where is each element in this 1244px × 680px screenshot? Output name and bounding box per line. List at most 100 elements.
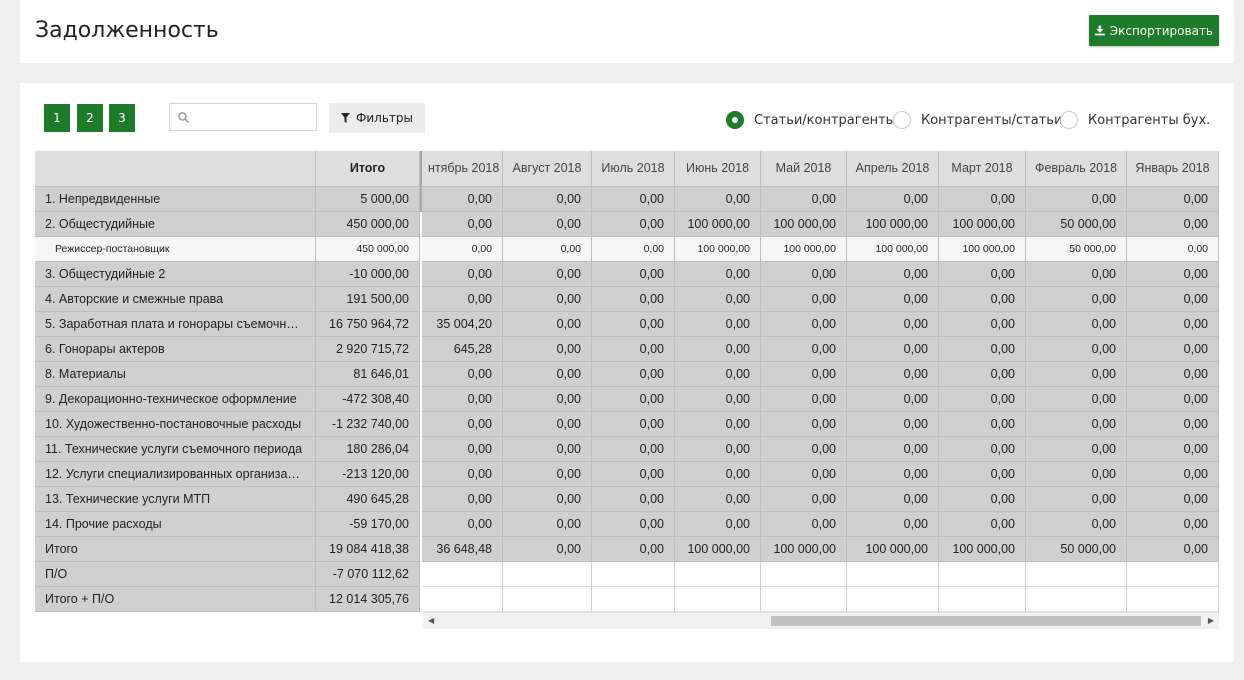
horizontal-scrollbar[interactable]: ◀ ▶ — [423, 612, 1219, 629]
table-subrow[interactable]: Режиссер-постановщик 450 000,00 0,00 0,00 0,… — [35, 237, 1219, 262]
row-label: 5. Заработная плата и гонорары съемочной… — [35, 312, 316, 337]
radio-articles-contractors[interactable]: Статьи/контрагенты — [726, 111, 896, 129]
table-row[interactable]: 9. Декорационно-техническое оформление -4… — [35, 387, 1219, 412]
row-value — [503, 587, 592, 612]
row-value: 0,00 — [592, 187, 675, 212]
row-value: 50 000,00 — [1026, 212, 1127, 237]
row-value: 0,00 — [939, 387, 1026, 412]
row-value: 0,00 — [503, 262, 592, 287]
row-value: 35 004,20 — [422, 312, 503, 337]
row-value: 0,00 — [1127, 487, 1219, 512]
row-value: 0,00 — [761, 262, 847, 287]
radio-contractors-articles[interactable]: Контрагенты/статьи — [893, 111, 1062, 129]
row-value: 0,00 — [761, 387, 847, 412]
row-value: 0,00 — [1127, 387, 1219, 412]
table-row[interactable]: 4. Авторские и смежные права 191 500,00 0,… — [35, 287, 1219, 312]
download-icon — [1095, 25, 1105, 36]
radio-circle — [726, 111, 744, 129]
row-value: 0,00 — [592, 312, 675, 337]
header-cell-month[interactable]: Январь 2018 — [1127, 151, 1219, 187]
row-value — [847, 562, 939, 587]
table-row[interactable]: 2. Общестудийные 450 000,00 0,00 0,00 0,00 10… — [35, 212, 1219, 237]
header-cell-month[interactable]: Май 2018 — [761, 151, 847, 187]
filters-button[interactable]: Фильтры — [329, 103, 425, 133]
header-cell-month[interactable]: Март 2018 — [939, 151, 1026, 187]
header-cell-month[interactable]: Апрель 2018 — [847, 151, 939, 187]
table-row[interactable]: П/О -7 070 112,62 — [35, 562, 1219, 587]
row-value: 0,00 — [675, 337, 761, 362]
table-row[interactable]: 12. Услуги специализированных организаци… — [35, 462, 1219, 487]
row-value: 0,00 — [1026, 262, 1127, 287]
row-label: 12. Услуги специализированных организаци… — [35, 462, 316, 487]
row-value: 0,00 — [847, 362, 939, 387]
row-value: 100 000,00 — [761, 537, 847, 562]
row-value: 0,00 — [1026, 287, 1127, 312]
row-value: 0,00 — [592, 262, 675, 287]
row-value: 0,00 — [1127, 362, 1219, 387]
row-value: 0,00 — [847, 287, 939, 312]
radio-contractors-accounting[interactable]: Контрагенты бух. — [1060, 111, 1210, 129]
page-button-2[interactable]: 2 — [77, 104, 103, 132]
table-row[interactable]: 6. Гонорары актеров 2 920 715,72 645,28 0,0… — [35, 337, 1219, 362]
scroll-right-icon[interactable]: ▶ — [1208, 616, 1214, 626]
table-row[interactable]: Итого + П/О 12 014 305,76 — [35, 587, 1219, 612]
header-cell-month[interactable]: Февраль 2018 — [1026, 151, 1127, 187]
row-value: 0,00 — [847, 412, 939, 437]
row-total: -59 170,00 — [316, 512, 420, 537]
export-button[interactable]: Экспортировать — [1089, 15, 1219, 46]
row-value: 100 000,00 — [761, 237, 847, 262]
row-value: 0,00 — [1026, 412, 1127, 437]
row-value: 0,00 — [422, 487, 503, 512]
row-value — [675, 562, 761, 587]
header-cell-month[interactable]: Август 2018 — [503, 151, 592, 187]
row-value: 0,00 — [675, 387, 761, 412]
row-value: 0,00 — [503, 312, 592, 337]
row-value: 0,00 — [422, 512, 503, 537]
page-button-3[interactable]: 3 — [109, 104, 135, 132]
row-value: 0,00 — [675, 362, 761, 387]
table-row[interactable]: 8. Материалы 81 646,01 0,00 0,00 0,00 0,00 0,0… — [35, 362, 1219, 387]
table-row[interactable]: 13. Технические услуги МТП 490 645,28 0,00… — [35, 487, 1219, 512]
row-label: Итого + П/О — [35, 587, 316, 612]
table-row[interactable]: Итого 19 084 418,38 36 648,48 0,00 0,00 100 0… — [35, 537, 1219, 562]
row-label: П/О — [35, 562, 316, 587]
table-row[interactable]: 5. Заработная плата и гонорары съемочной… — [35, 312, 1219, 337]
row-value: 0,00 — [1127, 287, 1219, 312]
row-label: 6. Гонорары актеров — [35, 337, 316, 362]
funnel-icon — [341, 113, 351, 123]
header-cell-month[interactable]: Июль 2018 — [592, 151, 675, 187]
row-label: 13. Технические услуги МТП — [35, 487, 316, 512]
row-total: 12 014 305,76 — [316, 587, 420, 612]
row-value: 0,00 — [847, 487, 939, 512]
scrollbar-thumb[interactable] — [771, 616, 1201, 626]
row-value: 0,00 — [422, 462, 503, 487]
row-value: 0,00 — [592, 212, 675, 237]
row-total: 81 646,01 — [316, 362, 420, 387]
row-value — [422, 587, 503, 612]
search-box — [169, 103, 317, 131]
table-row[interactable]: 1. Непредвиденные 5 000,00 0,00 0,00 0,00 0,0… — [35, 187, 1219, 212]
table-row[interactable]: 3. Общестудийные 2 -10 000,00 0,00 0,00 0,00… — [35, 262, 1219, 287]
row-label: 8. Материалы — [35, 362, 316, 387]
row-value: 0,00 — [592, 512, 675, 537]
row-value: 50 000,00 — [1026, 237, 1127, 262]
page-button-1[interactable]: 1 — [44, 104, 70, 132]
row-value: 100 000,00 — [675, 537, 761, 562]
table-row[interactable]: 10. Художественно-постановочные расходы -… — [35, 412, 1219, 437]
scroll-left-icon[interactable]: ◀ — [428, 616, 434, 626]
row-total: 450 000,00 — [316, 237, 420, 262]
table-row[interactable]: 11. Технические услуги съемочного период… — [35, 437, 1219, 462]
header-cell-total[interactable]: Итого — [316, 151, 420, 187]
row-value: 0,00 — [1127, 312, 1219, 337]
header-cell-month[interactable]: нтябрь 2018 — [422, 151, 503, 187]
row-value: 100 000,00 — [847, 537, 939, 562]
row-value: 0,00 — [422, 362, 503, 387]
row-total: 191 500,00 — [316, 287, 420, 312]
search-input[interactable] — [196, 107, 315, 129]
row-total: -7 070 112,62 — [316, 562, 420, 587]
table-row[interactable]: 14. Прочие расходы -59 170,00 0,00 0,00 0,00… — [35, 512, 1219, 537]
row-value: 0,00 — [422, 187, 503, 212]
row-total: 19 084 418,38 — [316, 537, 420, 562]
row-value: 0,00 — [761, 337, 847, 362]
header-cell-month[interactable]: Июнь 2018 — [675, 151, 761, 187]
